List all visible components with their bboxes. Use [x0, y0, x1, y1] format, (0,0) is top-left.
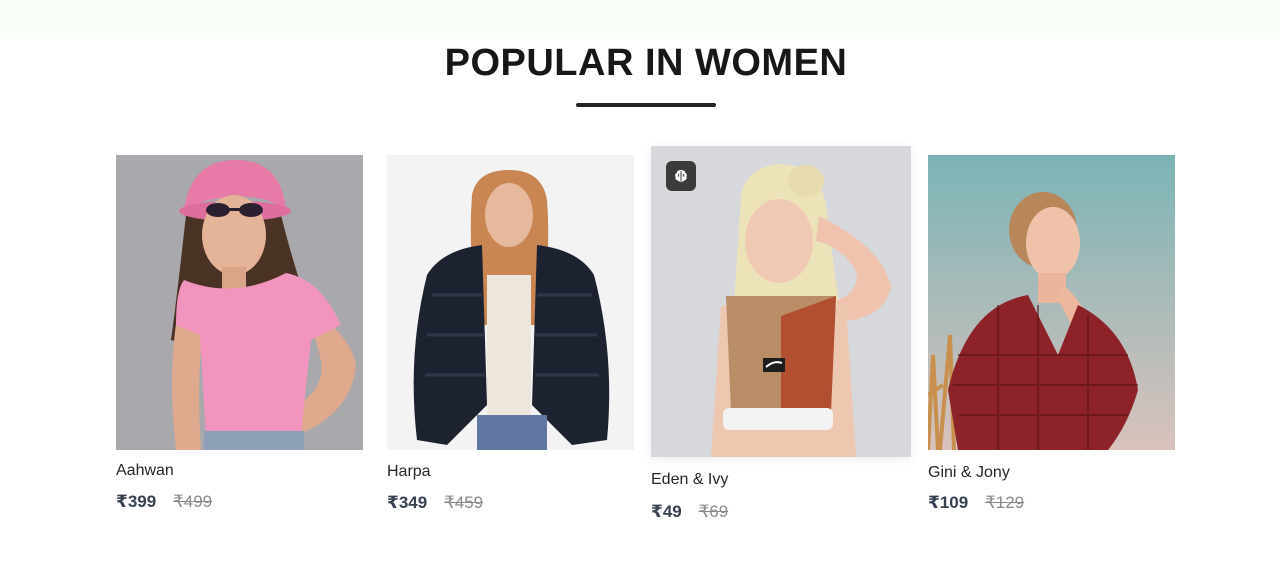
title-underline	[576, 103, 716, 107]
product-image[interactable]	[116, 155, 363, 450]
product-prices: ₹49 ₹69	[651, 502, 728, 522]
product-name[interactable]: Gini & Jony	[928, 464, 1010, 482]
product-price: ₹109	[928, 493, 969, 512]
product-name[interactable]: Harpa	[387, 463, 431, 481]
product-price: ₹49	[651, 502, 682, 521]
product-card-aahwan[interactable]: Aahwan ₹399 ₹499	[116, 155, 363, 515]
product-old-price: ₹459	[443, 493, 484, 512]
product-image[interactable]	[651, 146, 911, 457]
product-prices: ₹349 ₹459	[387, 493, 483, 513]
product-old-price: ₹69	[698, 502, 729, 521]
product-prices: ₹109 ₹129	[928, 493, 1024, 513]
product-old-price: ₹129	[984, 493, 1025, 512]
product-card-gini-jony[interactable]: Gini & Jony ₹109 ₹129	[928, 155, 1175, 515]
product-name[interactable]: Aahwan	[116, 462, 174, 480]
product-card-harpa[interactable]: Harpa ₹349 ₹459	[387, 155, 634, 515]
section-title: POPULAR IN WOMEN	[444, 42, 848, 84]
product-image[interactable]	[928, 155, 1175, 450]
product-price: ₹399	[116, 492, 157, 511]
product-card-eden-ivy[interactable]: Eden & Ivy ₹49 ₹69	[651, 146, 911, 526]
product-image[interactable]	[387, 155, 634, 450]
product-price: ₹349	[387, 493, 428, 512]
product-name[interactable]: Eden & Ivy	[651, 471, 728, 489]
top-band	[0, 0, 1280, 38]
product-old-price: ₹499	[172, 492, 213, 511]
brain-icon[interactable]	[666, 161, 696, 191]
product-prices: ₹399 ₹499	[116, 492, 212, 512]
